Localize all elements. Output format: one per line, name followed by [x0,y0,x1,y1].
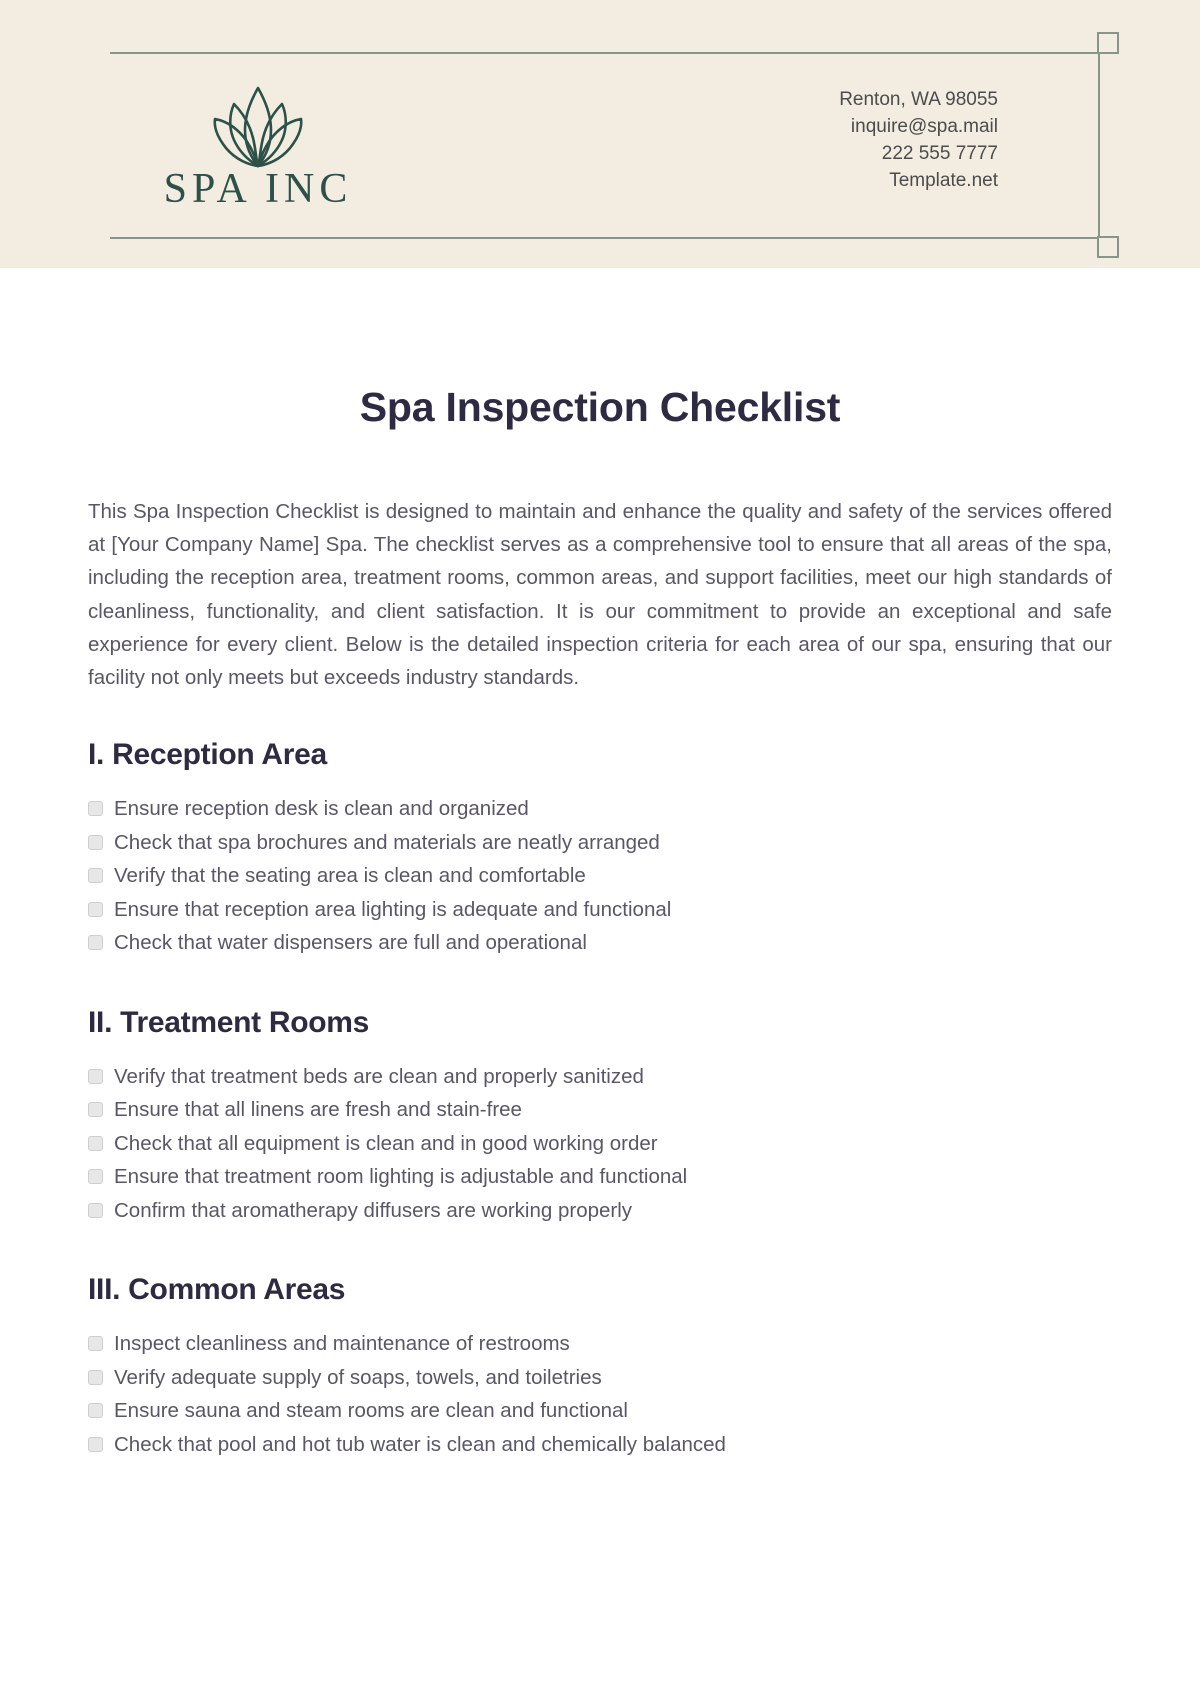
contact-address: Renton, WA 98055 [839,89,998,110]
list-item-label: Inspect cleanliness and maintenance of r… [114,1332,570,1356]
contact-info: Renton, WA 98055 inquire@spa.mail 222 55… [839,86,998,194]
list-item[interactable]: Check that water dispensers are full and… [88,928,1112,962]
company-logo: SPA INC [128,82,388,210]
list-item[interactable]: Ensure that all linens are fresh and sta… [88,1095,1112,1129]
list-item-label: Ensure that reception area lighting is a… [114,897,672,921]
decorative-square-top-icon [1097,32,1119,54]
list-item-label: Check that pool and hot tub water is cle… [114,1432,726,1456]
list-item[interactable]: Check that spa brochures and materials a… [88,828,1112,862]
checkbox-icon[interactable] [88,1135,103,1151]
header-top-rule [110,52,1118,54]
logo-wordmark: SPA INC [163,166,353,212]
decorative-square-bottom-icon [1097,236,1119,258]
section-reception-area: I. Reception Area Ensure reception desk … [88,694,1112,962]
section-heading: III. Common Areas [88,1273,346,1307]
list-item[interactable]: Confirm that aromatherapy diffusers are … [88,1196,1112,1230]
header-bottom-rule [110,237,1118,239]
letterhead-header: SPA INC Renton, WA 98055 inquire@spa.mai… [0,0,1200,268]
list-item[interactable]: Verify adequate supply of soaps, towels,… [88,1363,1112,1397]
list-item[interactable]: Inspect cleanliness and maintenance of r… [88,1329,1112,1363]
checkbox-icon[interactable] [88,1336,103,1352]
list-item-label: Ensure that all linens are fresh and sta… [114,1098,522,1122]
list-item-label: Check that all equipment is clean and in… [114,1131,658,1155]
document-body: Spa Inspection Checklist This Spa Inspec… [0,268,1200,1463]
checkbox-icon[interactable] [88,935,103,951]
checklist-common-areas: Inspect cleanliness and maintenance of r… [88,1329,1112,1463]
checkbox-icon[interactable] [88,1169,103,1185]
list-item[interactable]: Check that all equipment is clean and in… [88,1129,1112,1163]
list-item[interactable]: Ensure that treatment room lighting is a… [88,1162,1112,1196]
list-item-label: Ensure that treatment room lighting is a… [114,1165,688,1189]
list-item[interactable]: Verify that the seating area is clean an… [88,861,1112,895]
checklist-treatment-rooms: Verify that treatment beds are clean and… [88,1062,1112,1230]
intro-paragraph: This Spa Inspection Checklist is designe… [88,500,1112,690]
page-title: Spa Inspection Checklist [359,384,841,430]
list-item[interactable]: Ensure that reception area lighting is a… [88,895,1112,929]
list-item-label: Verify that treatment beds are clean and… [114,1064,644,1088]
checkbox-icon[interactable] [88,1102,103,1118]
checkbox-icon[interactable] [88,1403,103,1419]
list-item[interactable]: Verify that treatment beds are clean and… [88,1062,1112,1096]
contact-phone: 222 555 7777 [881,143,998,164]
checkbox-icon[interactable] [88,1202,103,1218]
list-item-label: Confirm that aromatherapy diffusers are … [114,1198,633,1222]
list-item-label: Ensure reception desk is clean and organ… [114,797,529,821]
list-item-label: Check that spa brochures and materials a… [114,830,660,854]
section-common-areas: III. Common Areas Inspect cleanliness an… [88,1229,1112,1463]
header-vertical-rule [1098,52,1100,238]
checkbox-icon[interactable] [88,901,103,917]
checkbox-icon[interactable] [88,1068,103,1084]
checkbox-icon[interactable] [88,834,103,850]
list-item-label: Ensure sauna and steam rooms are clean a… [114,1399,628,1423]
section-treatment-rooms: II. Treatment Rooms Verify that treatmen… [88,962,1112,1230]
list-item-label: Verify adequate supply of soaps, towels,… [114,1365,602,1389]
checkbox-icon[interactable] [88,1436,103,1452]
lotus-flower-icon [213,86,303,168]
list-item-label: Check that water dispensers are full and… [114,931,587,955]
section-heading: I. Reception Area [88,738,327,772]
checklist-reception-area: Ensure reception desk is clean and organ… [88,794,1112,962]
list-item[interactable]: Ensure sauna and steam rooms are clean a… [88,1396,1112,1430]
list-item-label: Verify that the seating area is clean an… [114,864,586,888]
checkbox-icon[interactable] [88,1369,103,1385]
checkbox-icon[interactable] [88,868,103,884]
contact-website: Template.net [889,170,998,191]
list-item[interactable]: Ensure reception desk is clean and organ… [88,794,1112,828]
list-item[interactable]: Check that pool and hot tub water is cle… [88,1430,1112,1464]
header-frame: SPA INC Renton, WA 98055 inquire@spa.mai… [110,32,1119,258]
contact-email: inquire@spa.mail [850,116,998,137]
section-heading: II. Treatment Rooms [88,1005,370,1039]
checkbox-icon[interactable] [88,801,103,817]
